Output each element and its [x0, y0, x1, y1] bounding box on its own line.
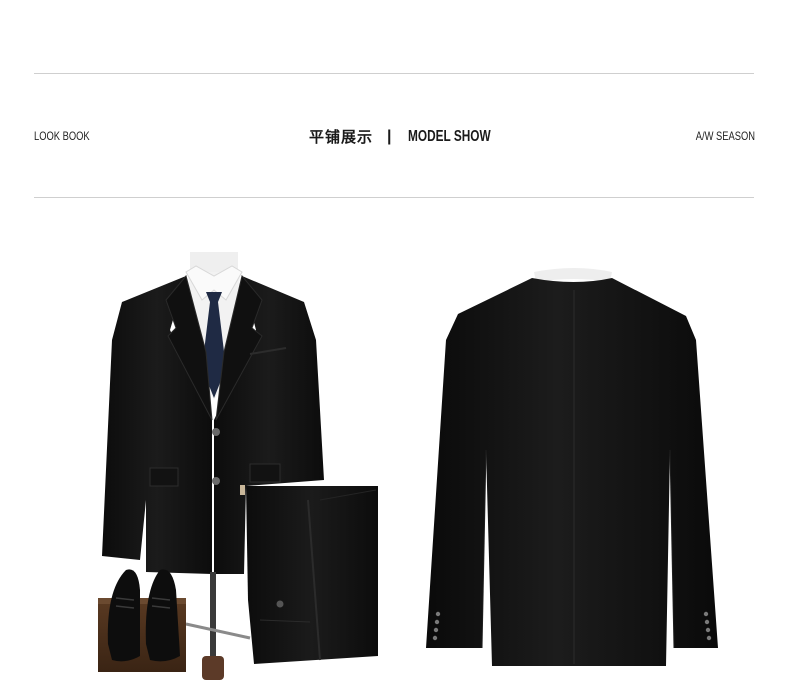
folded-trousers: [246, 486, 378, 664]
jacket-button: [212, 428, 220, 436]
top-divider: [34, 73, 754, 74]
section-title: 平铺展示 | MODEL SHOW: [309, 126, 519, 147]
shoes: [98, 569, 186, 672]
section-header: LOOK BOOK 平铺展示 | MODEL SHOW A/W SEASON: [34, 120, 755, 154]
back-jacket: [426, 268, 718, 666]
section-title-en: MODEL SHOW: [407, 127, 491, 145]
mannequin-stand: [185, 572, 251, 680]
title-separator: |: [387, 127, 392, 145]
product-photo: [98, 252, 718, 680]
season-label: A/W SEASON: [695, 129, 755, 143]
lookbook-label: LOOK BOOK: [34, 129, 90, 143]
jacket-button: [212, 477, 220, 485]
section-title-cn: 平铺展示: [309, 128, 374, 146]
bottom-divider: [34, 197, 754, 198]
